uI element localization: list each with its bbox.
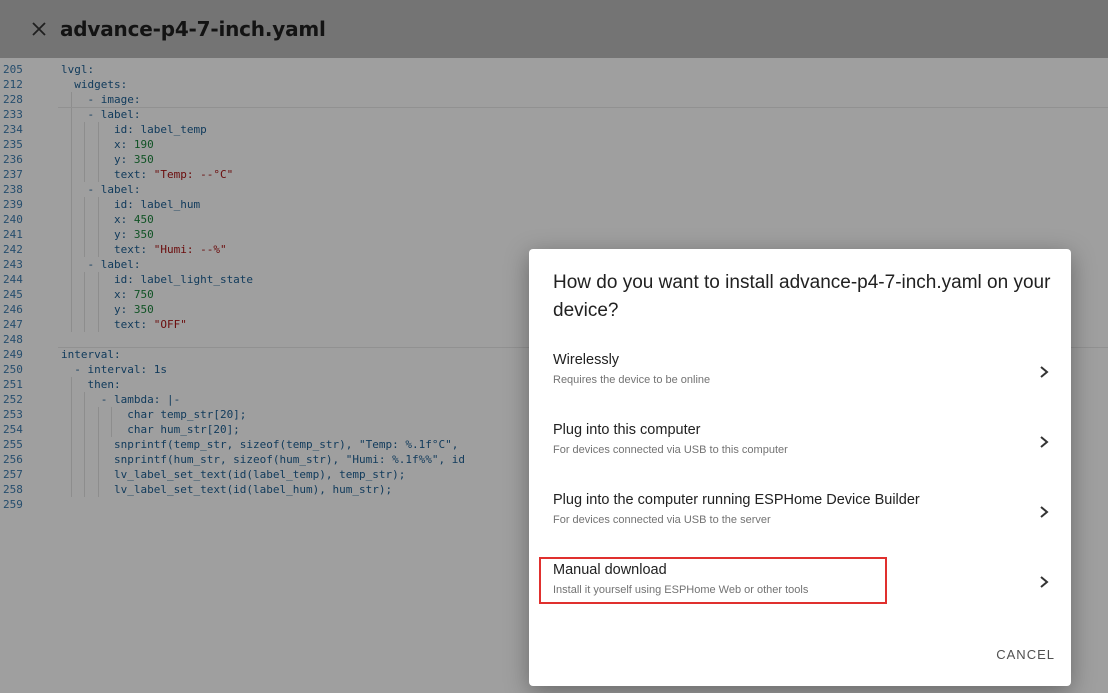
chevron-right-icon <box>1040 366 1049 378</box>
option-wirelessly[interactable]: Wirelessly Requires the device to be onl… <box>529 346 1071 402</box>
cancel-button[interactable]: CANCEL <box>994 643 1057 666</box>
option-title: Wirelessly <box>553 352 620 368</box>
option-title: Manual download <box>553 562 667 578</box>
option-plug-into-server-computer[interactable]: Plug into the computer running ESPHome D… <box>529 486 1071 542</box>
chevron-right-icon <box>1040 436 1049 448</box>
dialog-title: How do you want to install advance-p4-7-… <box>553 272 1051 321</box>
chevron-right-icon <box>1040 506 1049 518</box>
option-manual-download[interactable]: Manual download Install it yourself usin… <box>529 556 1071 612</box>
option-title: Plug into the computer running ESPHome D… <box>553 492 920 508</box>
option-title: Plug into this computer <box>553 422 701 438</box>
option-subtitle: For devices connected via USB to this co… <box>553 444 788 456</box>
option-subtitle: Install it yourself using ESPHome Web or… <box>553 584 809 596</box>
chevron-right-icon <box>1040 576 1049 588</box>
option-subtitle: Requires the device to be online <box>553 374 711 386</box>
option-plug-into-this-computer[interactable]: Plug into this computer For devices conn… <box>529 416 1071 472</box>
install-dialog: How do you want to install advance-p4-7-… <box>529 249 1071 686</box>
option-subtitle: For devices connected via USB to the ser… <box>553 514 771 526</box>
